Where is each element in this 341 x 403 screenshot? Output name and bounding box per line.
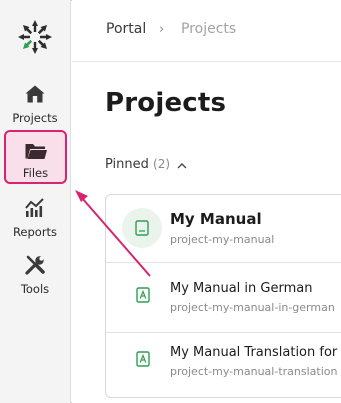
breadcrumb-portal-link[interactable]: Portal — [106, 21, 146, 37]
document-icon — [135, 220, 149, 236]
project-slug: project-my-manual-translation — [170, 365, 338, 378]
sidebar-item-files[interactable]: Files — [4, 130, 67, 184]
project-card[interactable]: My Manual in German project-my-manual-in… — [106, 265, 341, 333]
folder-icon — [24, 141, 48, 165]
project-card[interactable]: My Manual Translation for project-my-man… — [106, 329, 341, 397]
pinned-projects-list: My Manual project-my-manual My Manual in… — [105, 194, 341, 398]
project-slug: project-my-manual — [170, 233, 275, 246]
page-title: Projects — [105, 88, 227, 118]
sidebar-item-tools[interactable]: Tools — [3, 253, 67, 307]
pinned-count: (2) — [153, 157, 171, 171]
sidebar-item-label: Reports — [12, 225, 58, 239]
project-title: My Manual — [170, 210, 262, 228]
sidebar-item-label: Files — [22, 166, 49, 180]
breadcrumb-separator: › — [159, 22, 165, 37]
pinned-label: Pinned — [105, 157, 149, 172]
pinned-section-header: Pinned (2) — [105, 157, 170, 172]
breadcrumb: Portal › Projects — [72, 0, 341, 62]
wrench-screwdriver-icon — [23, 253, 47, 277]
sidebar-item-reports[interactable]: Reports — [3, 196, 67, 250]
chart-icon — [23, 196, 47, 220]
house-icon — [23, 82, 47, 106]
chevron-up-icon[interactable] — [175, 158, 189, 172]
project-slug: project-my-manual-in-german — [170, 301, 335, 314]
main-content: Portal › Projects Projects Pinned (2) My… — [72, 0, 341, 403]
sidebar-item-projects[interactable]: Projects — [3, 82, 67, 136]
sidebar: Projects Files Reports Tools — [0, 0, 71, 403]
sidebar-item-label: Projects — [12, 111, 58, 125]
translation-document-icon — [136, 287, 150, 303]
sidebar-item-label: Tools — [20, 282, 50, 296]
translation-document-icon — [136, 351, 150, 367]
project-card[interactable]: My Manual project-my-manual — [106, 195, 341, 263]
project-title: My Manual Translation for — [170, 345, 338, 360]
project-title: My Manual in German — [170, 281, 313, 296]
app-logo-icon[interactable] — [14, 16, 56, 58]
breadcrumb-current: Projects — [181, 21, 237, 37]
